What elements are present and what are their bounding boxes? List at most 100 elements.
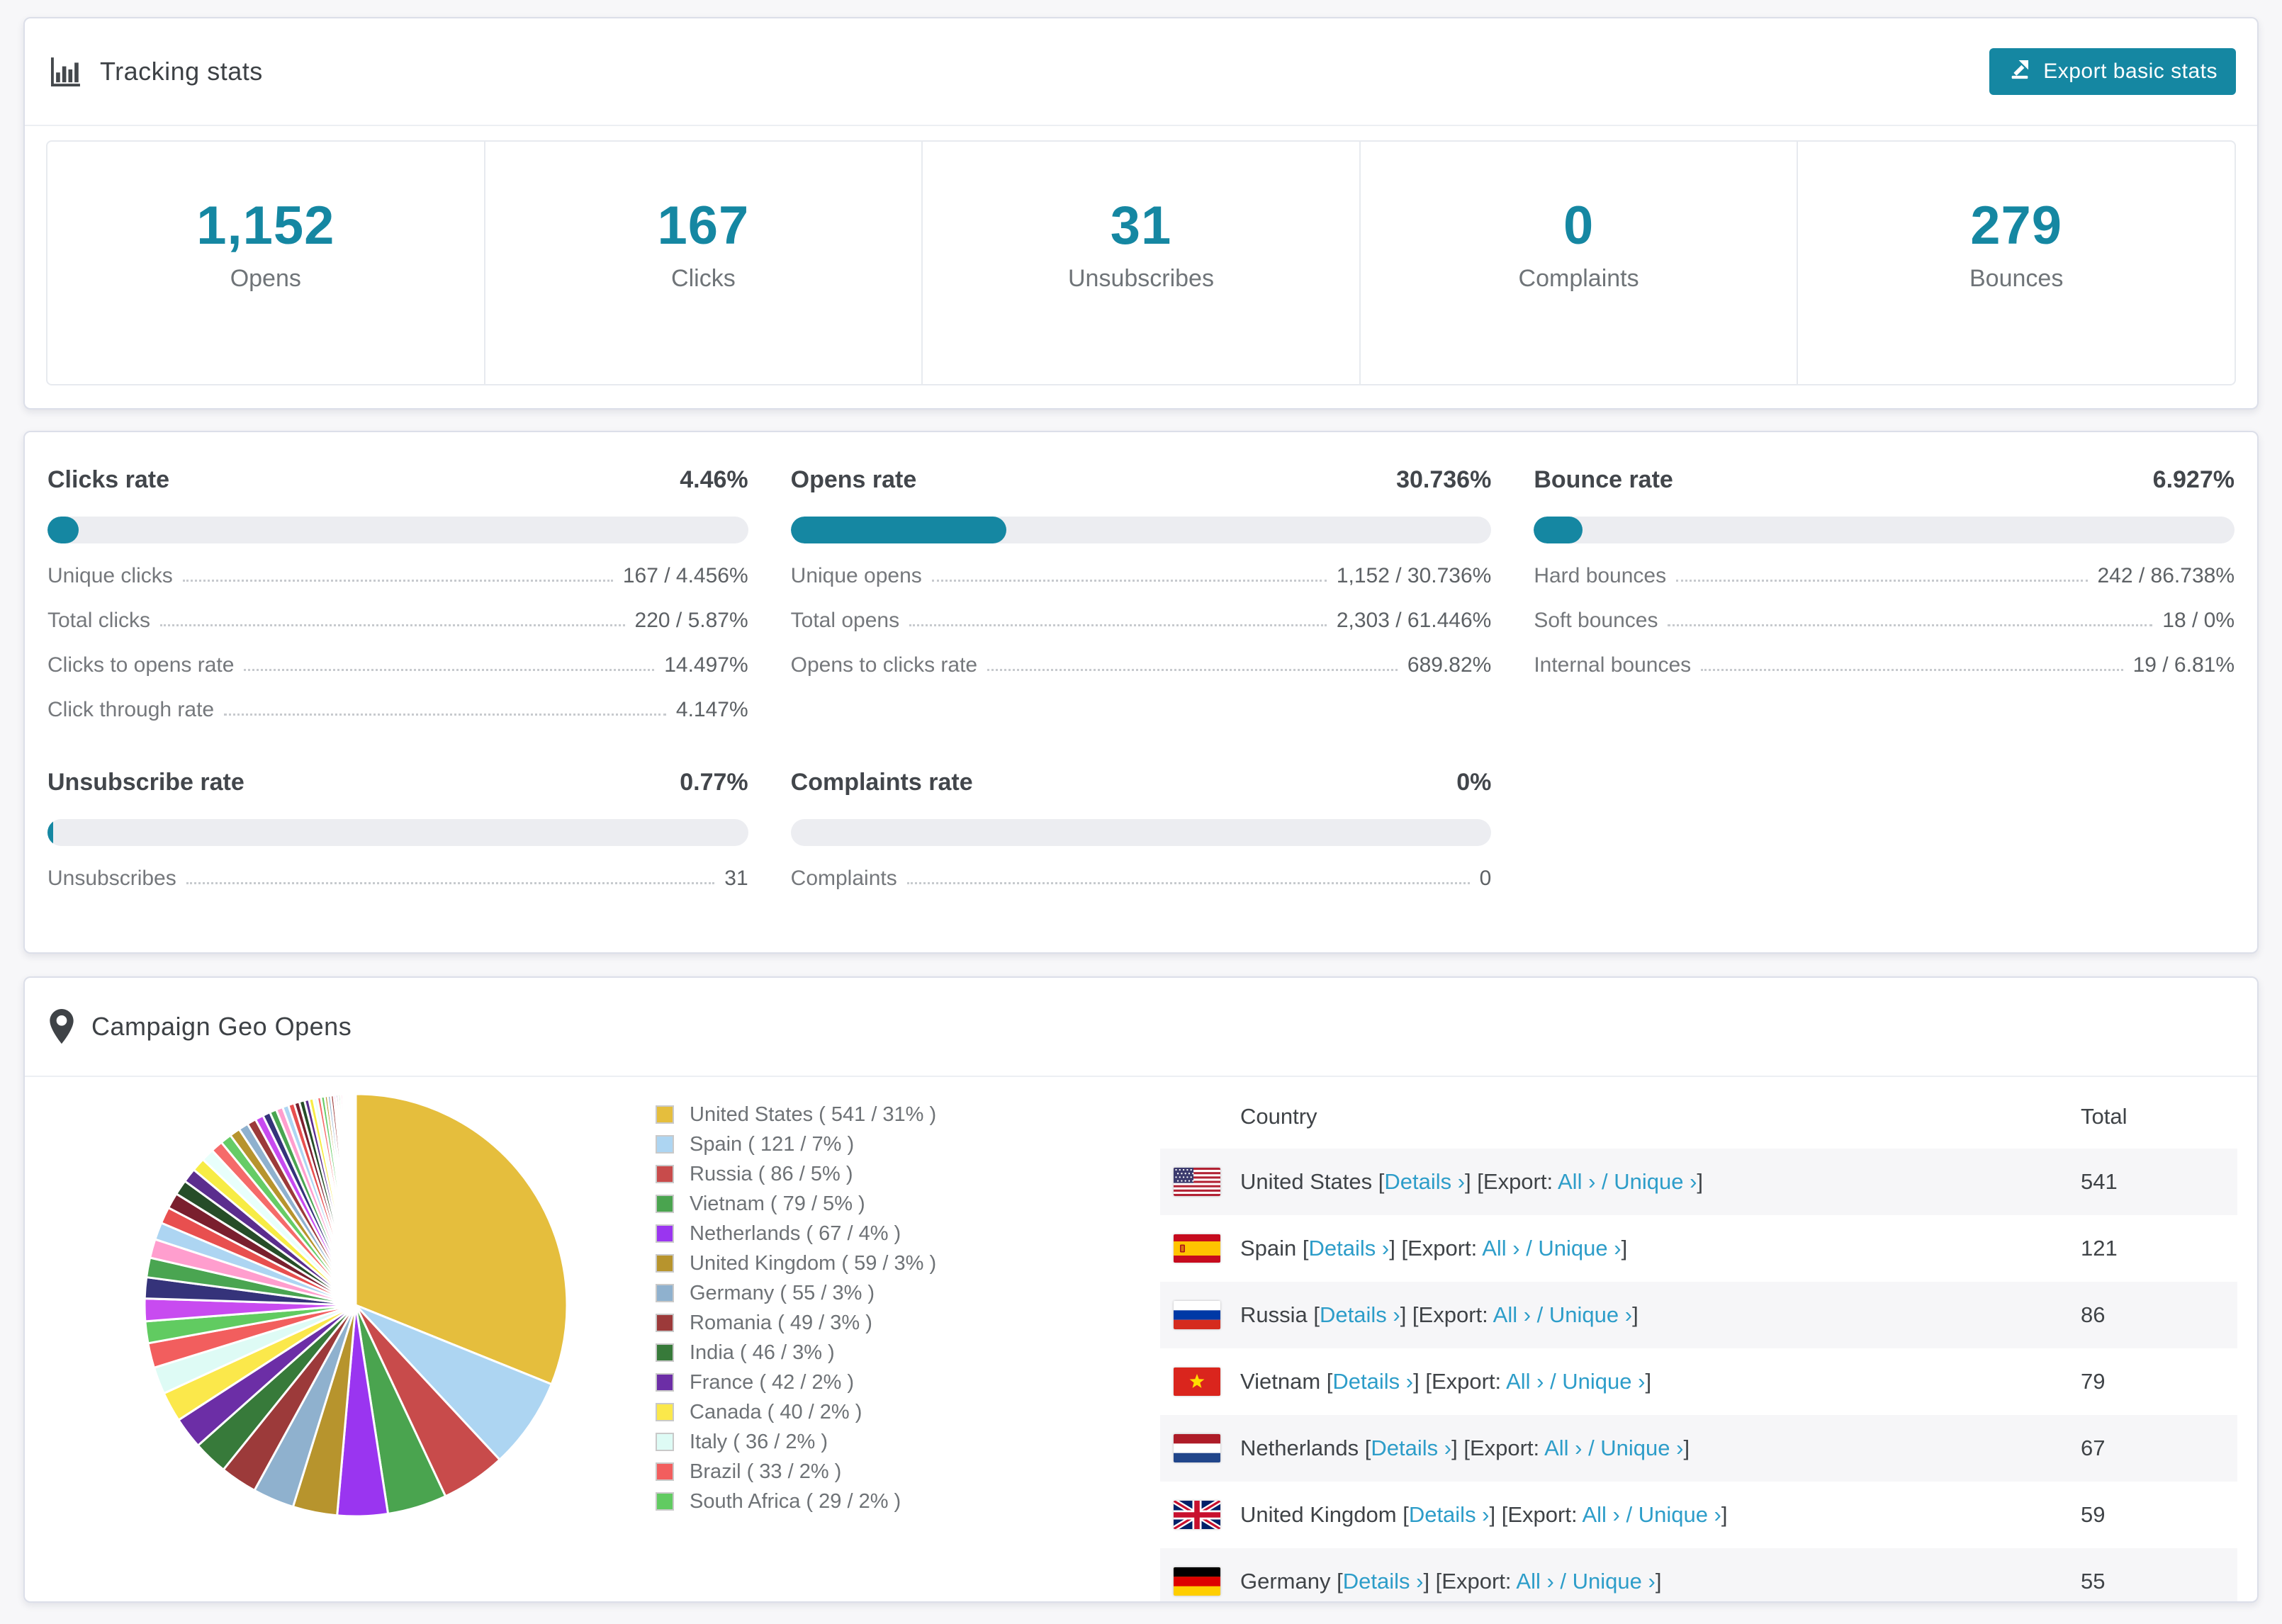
- bar-chart-icon: [47, 53, 84, 90]
- geo-pie-chart[interactable]: [136, 1086, 575, 1525]
- total-cell: 55: [2081, 1569, 2106, 1594]
- export-word: Export:: [1469, 1436, 1545, 1460]
- country-cell-wrap: United Kingdom [Details ›] [Export: All …: [1160, 1501, 2081, 1529]
- legend-item-united-kingdom: United Kingdom ( 59 / 3% ): [656, 1248, 936, 1278]
- stat-line-label: Unique opens: [790, 564, 922, 587]
- legend-item-canada: Canada ( 40 / 2% ): [656, 1397, 936, 1427]
- details-link[interactable]: Details ›: [1343, 1569, 1424, 1594]
- rate-head: Bounce rate 6.927%: [1534, 466, 2235, 494]
- export-all-link[interactable]: All ›: [1558, 1169, 1595, 1194]
- export-unique-link[interactable]: Unique ›: [1639, 1502, 1721, 1527]
- stat-line-label: Click through rate: [47, 698, 215, 721]
- export-word: Export:: [1507, 1502, 1583, 1527]
- bracket: ]: [1632, 1302, 1639, 1327]
- bracket: ]: [1721, 1502, 1728, 1527]
- legend-swatch: [656, 1135, 674, 1154]
- export-unique-link[interactable]: Unique ›: [1562, 1369, 1645, 1394]
- export-unique-link[interactable]: Unique ›: [1538, 1236, 1621, 1261]
- tracking-stats-title: Tracking stats: [47, 53, 263, 90]
- country-cell-wrap: Netherlands [Details ›] [Export: All › /…: [1160, 1434, 2081, 1462]
- stat-label: Complaints: [1518, 265, 1639, 292]
- stat-line-label: Hard bounces: [1534, 564, 1667, 587]
- pie-slice-other[interactable]: [354, 1093, 357, 1307]
- tracking-stats-page: Tracking stats Export basic stats 1,152 O…: [0, 0, 2282, 1624]
- country-cell: Germany [Details ›] [Export: All › / Uni…: [1240, 1569, 1661, 1594]
- rate-title: Complaints rate: [790, 769, 973, 796]
- stat-line-label: Opens to clicks rate: [790, 653, 978, 677]
- rate-value: 4.46%: [680, 466, 748, 493]
- bracket: [: [1403, 1502, 1409, 1527]
- geo-title: Campaign Geo Opens: [47, 1008, 352, 1046]
- rate-head: Complaints rate 0%: [791, 769, 1492, 796]
- stat-value: 1,152: [196, 196, 335, 256]
- rate-value: 30.736%: [1396, 466, 1492, 493]
- export-all-link[interactable]: All ›: [1544, 1436, 1582, 1460]
- progress-bar-fill: [47, 819, 53, 846]
- table-row-russia: Russia [Details ›] [Export: All › / Uniq…: [1160, 1282, 2237, 1348]
- total-cell: 79: [2081, 1369, 2106, 1394]
- header-divider: [25, 125, 2257, 126]
- progress-bar-track: [47, 819, 748, 846]
- stat-line-value: 1,152 / 30.736%: [1336, 564, 1492, 587]
- dotted-leader: [186, 882, 715, 884]
- stat-line-internal-bounces: Internal bounces 19 / 6.81%: [1534, 653, 2235, 677]
- total-cell: 67: [2081, 1436, 2106, 1460]
- map-pin-icon: [47, 1008, 76, 1046]
- bracket: ] [: [1465, 1169, 1483, 1194]
- details-link[interactable]: Details ›: [1384, 1169, 1465, 1194]
- legend-swatch: [656, 1433, 674, 1451]
- table-row-united-kingdom: United Kingdom [Details ›] [Export: All …: [1160, 1482, 2237, 1548]
- details-link[interactable]: Details ›: [1371, 1436, 1451, 1460]
- stat-line-value: 242 / 86.738%: [2097, 564, 2235, 587]
- export-unique-link[interactable]: Unique ›: [1600, 1436, 1683, 1460]
- stat-box-unsubscribes: 31 Unsubscribes: [923, 142, 1361, 384]
- details-link[interactable]: Details ›: [1309, 1236, 1390, 1261]
- flag-gb-icon: [1174, 1501, 1220, 1529]
- tracking-stats-card: Tracking stats Export basic stats 1,152 O…: [23, 17, 2259, 410]
- details-link[interactable]: Details ›: [1332, 1369, 1413, 1394]
- stat-label: Unsubscribes: [1067, 265, 1214, 292]
- tracking-stats-header: Tracking stats Export basic stats: [25, 18, 2257, 95]
- stat-label: Bounces: [1969, 265, 2064, 292]
- stat-box-complaints: 0 Complaints: [1361, 142, 1799, 384]
- rate-section-complaints-rate: Complaints rate 0% Complaints 0: [790, 769, 1492, 891]
- export-unique-link[interactable]: Unique ›: [1549, 1302, 1632, 1327]
- export-unique-link[interactable]: Unique ›: [1614, 1169, 1697, 1194]
- link-separator: /: [1553, 1569, 1573, 1594]
- pie-svg[interactable]: [136, 1086, 575, 1525]
- legend-swatch: [656, 1254, 674, 1273]
- rate-section-unsubscribe-rate: Unsubscribe rate 0.77% Unsubscribes 31: [47, 769, 748, 891]
- export-word: Export:: [1418, 1302, 1493, 1327]
- export-all-link[interactable]: All ›: [1493, 1302, 1531, 1327]
- details-link[interactable]: Details ›: [1409, 1502, 1490, 1527]
- legend-swatch: [656, 1373, 674, 1392]
- export-all-link[interactable]: All ›: [1506, 1369, 1544, 1394]
- legend-item-label: Romania ( 49 / 3% ): [690, 1311, 872, 1334]
- country-cell: Netherlands [Details ›] [Export: All › /…: [1240, 1436, 1690, 1461]
- export-all-link[interactable]: All ›: [1482, 1236, 1519, 1261]
- stat-line-unique-clicks: Unique clicks 167 / 4.456%: [47, 564, 748, 588]
- details-link[interactable]: Details ›: [1320, 1302, 1400, 1327]
- bracket: ] [: [1400, 1302, 1419, 1327]
- legend-swatch: [656, 1314, 674, 1332]
- stat-line-unique-opens: Unique opens 1,152 / 30.736%: [791, 564, 1492, 588]
- legend-item-label: India ( 46 / 3% ): [690, 1341, 835, 1364]
- stat-line-label: Total clicks: [47, 609, 151, 632]
- stat-line-value: 167 / 4.456%: [622, 564, 748, 587]
- export-all-link[interactable]: All ›: [1582, 1502, 1619, 1527]
- stat-line-label: Clicks to opens rate: [47, 653, 235, 677]
- progress-bar-track: [1534, 517, 2235, 543]
- rate-title: Opens rate: [790, 466, 917, 493]
- export-basic-stats-button[interactable]: Export basic stats: [1989, 48, 2236, 95]
- country-name: Russia: [1240, 1302, 1314, 1327]
- rates-card: Clicks rate 4.46% Unique clicks 167 / 4.456…: [23, 431, 2259, 954]
- stat-line-opens-to-clicks-rate: Opens to clicks rate 689.82%: [791, 653, 1492, 677]
- export-all-link[interactable]: All ›: [1516, 1569, 1553, 1594]
- progress-bar-track: [790, 819, 1492, 846]
- total-column-header: Total: [2081, 1103, 2128, 1129]
- table-row-germany: Germany [Details ›] [Export: All › / Uni…: [1160, 1548, 2237, 1601]
- legend-swatch: [656, 1195, 674, 1213]
- geo-header-divider: [25, 1076, 2257, 1077]
- export-unique-link[interactable]: Unique ›: [1573, 1569, 1656, 1594]
- rate-rows: Unsubscribes 31: [47, 867, 748, 891]
